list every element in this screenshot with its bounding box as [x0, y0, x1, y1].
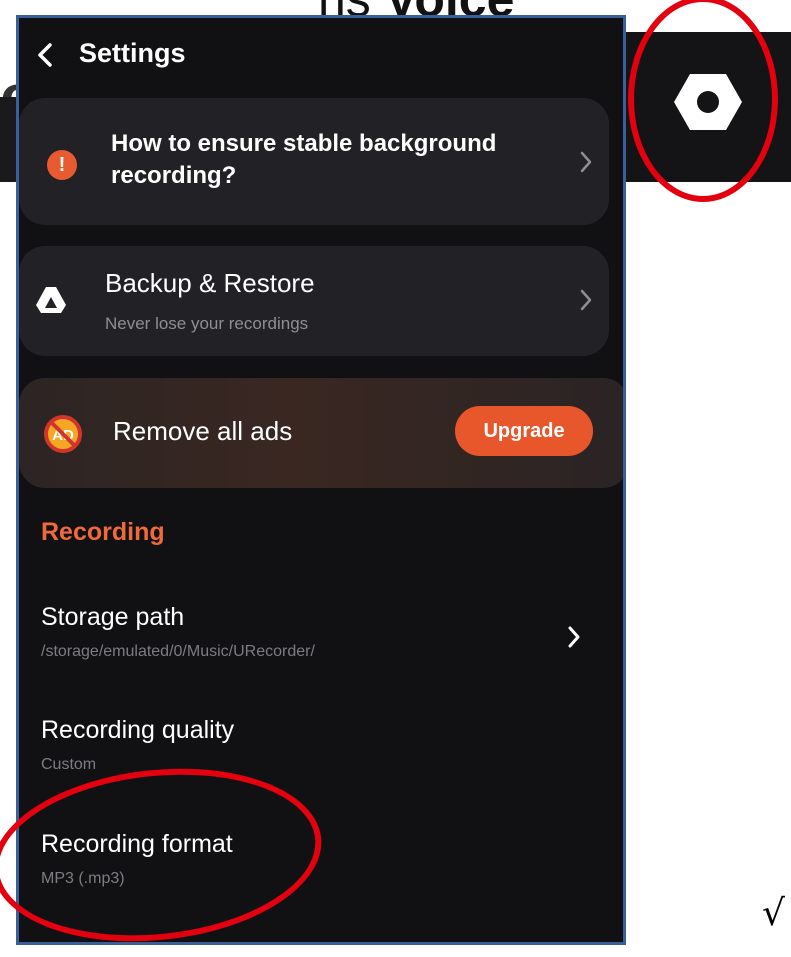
drive-icon — [35, 286, 67, 314]
no-ads-icon: AD — [41, 414, 85, 454]
storage-path-value: /storage/emulated/0/Music/URecorder/ — [41, 643, 315, 660]
stable-recording-card[interactable]: ! How to ensure stable background record… — [19, 98, 609, 225]
storage-path-row[interactable]: Storage path /storage/emulated/0/Music/U… — [19, 603, 623, 693]
section-header-recording: Recording — [41, 518, 165, 546]
checkmark-annotation: √ — [762, 893, 785, 934]
chevron-right-icon — [567, 625, 581, 649]
remove-ads-card: AD Remove all ads Upgrade — [19, 378, 623, 488]
chevron-left-icon[interactable] — [35, 42, 55, 68]
remove-ads-text: Remove all ads — [113, 416, 293, 446]
chevron-right-icon — [579, 150, 593, 174]
storage-path-title: Storage path — [41, 603, 185, 631]
highlight-circle-settings — [628, 0, 778, 202]
backup-restore-card[interactable]: Backup & Restore Never lose your recordi… — [19, 246, 609, 356]
backup-subtitle: Never lose your recordings — [105, 314, 309, 333]
backup-title: Backup & Restore — [105, 268, 315, 298]
upgrade-button[interactable]: Upgrade — [455, 406, 593, 456]
recording-quality-value: Custom — [41, 756, 97, 773]
warning-icon: ! — [47, 150, 77, 180]
stable-recording-text: How to ensure stable background recordin… — [111, 130, 497, 189]
recording-quality-title: Recording quality — [41, 716, 235, 744]
chevron-right-icon — [579, 288, 593, 312]
page-title: Settings — [79, 38, 186, 68]
top-bar: Settings — [19, 18, 623, 96]
